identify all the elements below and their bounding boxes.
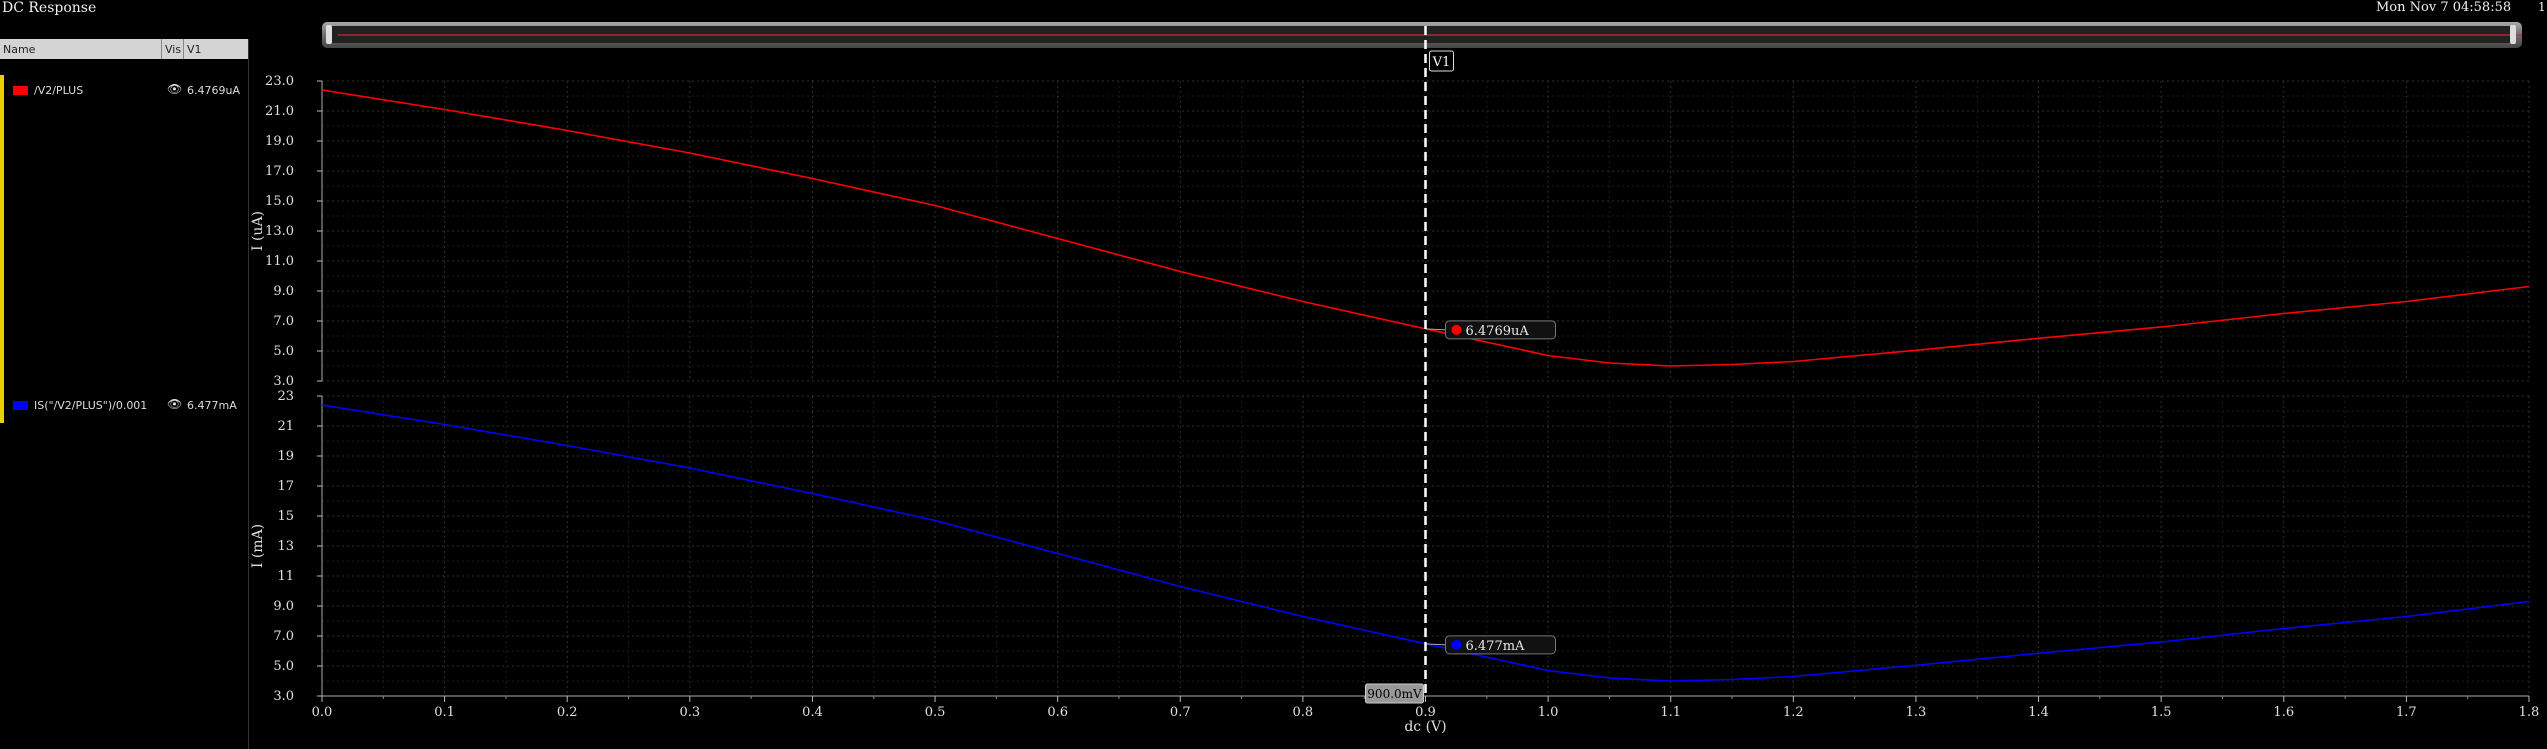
x-axis-label: dc (V) (1404, 719, 1446, 735)
x-tick-label: 1.6 (2273, 705, 2294, 720)
x-tick-label: 0.2 (557, 705, 578, 720)
cursor-x-value-label: 900.0mV (1367, 687, 1422, 701)
y-tick-label: 11 (277, 569, 294, 584)
x-tick-label: 1.7 (2396, 705, 2417, 720)
y-tick-label: 23 (277, 389, 294, 404)
x-tick-label: 0.7 (1170, 705, 1191, 720)
y-tick-label: 5.0 (273, 659, 294, 674)
x-tick-label: 1.8 (2519, 705, 2540, 720)
cursor-name-label: V1 (1432, 55, 1451, 70)
y-tick-label: 9.0 (273, 284, 294, 299)
y-tick-label: 5.0 (273, 344, 294, 359)
y-tick-label: 7.0 (273, 314, 294, 329)
y-tick-label: 3.0 (273, 374, 294, 389)
y-tick-label: 11.0 (265, 254, 294, 269)
y-tick-label: 9.0 (273, 599, 294, 614)
marker-dot (1451, 639, 1462, 650)
y-tick-label: 21 (277, 419, 294, 434)
plot-panel-2: 23 21 19 17 15 13 11 9.0 7.0 5.0 3.0 I (mA) 6.477mA (250, 389, 2530, 704)
marker-label: 6.4769uA (1466, 324, 1530, 339)
x-tick-label: 0.6 (1047, 705, 1068, 720)
y-tick-label: 3.0 (273, 689, 294, 704)
x-tick-label: 0.8 (1293, 705, 1314, 720)
marker-label: 6.477mA (1466, 639, 1526, 654)
y-tick-label: 13.0 (265, 224, 294, 239)
y-tick-label: 13 (277, 539, 294, 554)
x-tick-label: 1.3 (1906, 705, 1927, 720)
y-tick-label: 17 (277, 479, 294, 494)
x-tick-label: 0.3 (679, 705, 700, 720)
x-tick-label: 1.2 (1783, 705, 1804, 720)
y-axis-label: I (mA) (250, 524, 266, 568)
y-axis-label: I (uA) (250, 211, 266, 251)
y-tick-label: 19 (277, 449, 294, 464)
y-tick-label: 15 (277, 509, 294, 524)
y-tick-label: 23.0 (265, 74, 294, 89)
x-tick-label: 0.1 (434, 705, 455, 720)
x-tick-label: 0.0 (312, 705, 333, 720)
x-tick-label: 0.5 (925, 705, 946, 720)
plot-panel-1: 23.0 21.0 19.0 17.0 15.0 13.0 11.0 9.0 7.0 5.0 3.0… (250, 74, 2530, 389)
y-tick-label: 19.0 (265, 134, 294, 149)
y-tick-label: 17.0 (265, 164, 294, 179)
x-tick-label: 0.9 (1415, 705, 1436, 720)
x-tick-label: 1.5 (2151, 705, 2172, 720)
y-tick-label: 15.0 (265, 194, 294, 209)
x-tick-label: 0.4 (802, 705, 823, 720)
y-tick-label: 7.0 (273, 629, 294, 644)
x-tick-label: 1.4 (2028, 705, 2049, 720)
x-tick-label: 1.1 (1660, 705, 1681, 720)
waveform-plot[interactable]: 23.0 21.0 19.0 17.0 15.0 13.0 11.0 9.0 7.0 5.0 3.0… (0, 0, 2547, 749)
y-tick-label: 21.0 (265, 104, 294, 119)
marker-dot (1451, 324, 1462, 335)
x-tick-label: 1.0 (1538, 705, 1559, 720)
